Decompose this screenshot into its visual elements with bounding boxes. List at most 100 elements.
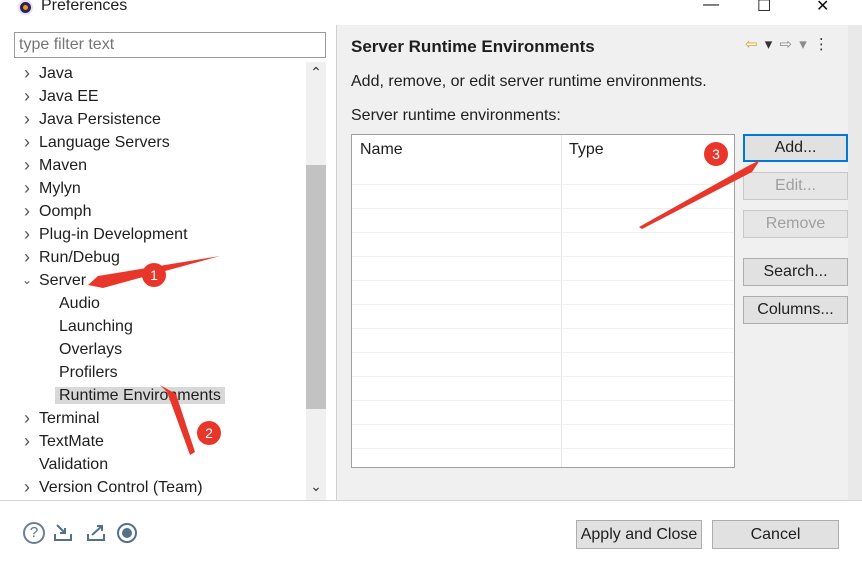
scroll-up-icon[interactable]: ⌃ xyxy=(306,64,326,81)
tree-item[interactable]: › Language Servers xyxy=(24,131,170,154)
chevron-right-icon[interactable]: › xyxy=(20,223,34,246)
tree-item[interactable]: › Oomph xyxy=(24,200,92,223)
forward-arrow-icon[interactable]: ⇨ xyxy=(779,36,792,53)
scroll-down-icon[interactable]: ⌄ xyxy=(306,478,326,495)
tree-item-label: Java EE xyxy=(39,88,99,105)
remove-button[interactable]: Remove xyxy=(743,210,848,238)
tree-item[interactable]: Launching xyxy=(59,315,133,338)
page-nav: ⇦ ▾ ⇨ ▾ ⋮ xyxy=(745,35,832,53)
tree-item-label: Language Servers xyxy=(39,134,170,151)
footer-separator xyxy=(0,500,862,501)
tree-item-label: Launching xyxy=(59,318,133,335)
scrollbar-thumb[interactable] xyxy=(306,165,326,409)
table-row-divider xyxy=(352,400,734,401)
chevron-right-icon[interactable]: › xyxy=(20,200,34,223)
table-row-divider xyxy=(352,256,734,257)
preferences-window: Preferences — ☐ ✕ ›Java›Java EE›Java Per… xyxy=(0,0,862,573)
title-bar: Preferences — ☐ ✕ xyxy=(0,0,862,20)
close-button[interactable]: ✕ xyxy=(816,0,829,16)
edit-button[interactable]: Edit... xyxy=(743,172,848,200)
tree-item-label: Run/Debug xyxy=(39,249,120,266)
chevron-right-icon[interactable]: › xyxy=(20,430,34,453)
page-description: Add, remove, or edit server runtime envi… xyxy=(351,73,707,90)
view-menu-icon[interactable]: ⋮ xyxy=(814,36,829,53)
content-pane: Server Runtime Environments ⇦ ▾ ⇨ ▾ ⋮ Ad… xyxy=(336,25,862,500)
tree-item[interactable]: › Plug-in Development xyxy=(24,223,188,246)
minimize-button[interactable]: — xyxy=(703,0,719,14)
annotation-badge-1: 1 xyxy=(142,263,166,287)
tree-item[interactable]: Profilers xyxy=(59,361,118,384)
tree-item-label: Plug-in Development xyxy=(39,226,188,243)
maximize-button[interactable]: ☐ xyxy=(757,0,771,16)
tree-item-label: Audio xyxy=(59,295,100,312)
tree-item[interactable]: › TextMate xyxy=(24,430,104,453)
tree-item-label: Oomph xyxy=(39,203,92,220)
tree-item[interactable]: › Java Persistence xyxy=(24,108,161,131)
background-window-edge xyxy=(848,25,862,500)
export-icon[interactable] xyxy=(85,522,107,544)
chevron-right-icon[interactable]: › xyxy=(20,177,34,200)
table-row-divider xyxy=(352,208,734,209)
tree-item[interactable]: › Maven xyxy=(24,154,88,177)
chevron-right-icon[interactable]: › xyxy=(20,62,34,85)
tree-item[interactable]: › Run/Debug xyxy=(24,246,120,269)
table-row-divider xyxy=(352,376,734,377)
tree-item-label: Java Persistence xyxy=(39,111,161,128)
back-dropdown-icon[interactable]: ▾ xyxy=(765,36,773,53)
table-row-divider xyxy=(352,184,734,185)
tree-item[interactable]: › Mylyn xyxy=(24,177,81,200)
search-button[interactable]: Search... xyxy=(743,258,848,286)
chevron-right-icon[interactable]: › xyxy=(20,131,34,154)
add-button[interactable]: Add... xyxy=(743,134,848,162)
tree-item-label: Terminal xyxy=(39,410,100,427)
import-icon[interactable] xyxy=(52,522,74,544)
tree-item-label: Overlays xyxy=(59,341,123,358)
table-row-divider xyxy=(352,304,734,305)
runtime-table[interactable]: Name Type xyxy=(351,134,735,468)
tree-item[interactable]: › Version Control (Team) xyxy=(24,476,203,499)
help-icon[interactable]: ? xyxy=(23,522,45,544)
eclipse-logo-icon xyxy=(18,0,33,15)
annotation-badge-3: 3 xyxy=(704,142,728,166)
apply-and-close-button[interactable]: Apply and Close xyxy=(576,520,702,549)
tree-item-label: Profilers xyxy=(59,364,118,381)
tree-item[interactable]: › Java EE xyxy=(24,85,99,108)
tree-scrollbar[interactable]: ⌃ ⌄ xyxy=(306,62,326,500)
chevron-right-icon[interactable]: › xyxy=(20,246,34,269)
tree-item[interactable]: Runtime Environments xyxy=(55,384,225,407)
table-row-divider xyxy=(352,352,734,353)
section-label: Server runtime environments: xyxy=(351,107,561,124)
table-row-divider xyxy=(352,424,734,425)
chevron-right-icon[interactable]: › xyxy=(20,476,34,499)
table-row-divider xyxy=(352,280,734,281)
table-row-divider xyxy=(352,448,734,449)
tree-item[interactable]: Validation xyxy=(39,453,108,476)
record-icon[interactable] xyxy=(116,522,138,544)
forward-dropdown-icon[interactable]: ▾ xyxy=(799,36,807,53)
tree-item[interactable]: Overlays xyxy=(59,338,122,361)
columns-button[interactable]: Columns... xyxy=(743,296,848,324)
window-title: Preferences xyxy=(41,0,128,14)
chevron-down-icon[interactable]: ⌄ xyxy=(20,269,34,292)
cancel-button[interactable]: Cancel xyxy=(712,520,839,549)
tree-item-label: TextMate xyxy=(39,433,104,450)
tree-item-label: Maven xyxy=(39,157,88,174)
column-header-name[interactable]: Name xyxy=(352,135,561,184)
tree-item[interactable]: Audio xyxy=(59,292,100,315)
tree-item[interactable]: › Terminal xyxy=(24,407,100,430)
filter-input[interactable] xyxy=(14,32,326,58)
tree-item-label: Server xyxy=(39,272,87,289)
tree-item[interactable]: ⌄ Server xyxy=(22,269,87,292)
back-arrow-icon[interactable]: ⇦ xyxy=(745,36,758,53)
tree-item[interactable]: › Java xyxy=(24,62,73,85)
annotation-badge-2: 2 xyxy=(197,421,221,445)
chevron-right-icon[interactable]: › xyxy=(20,108,34,131)
chevron-right-icon[interactable]: › xyxy=(20,154,34,177)
table-row-divider xyxy=(352,232,734,233)
chevron-right-icon[interactable]: › xyxy=(20,407,34,430)
page-title: Server Runtime Environments xyxy=(351,37,595,56)
table-row-divider xyxy=(352,328,734,329)
chevron-right-icon[interactable]: › xyxy=(20,85,34,108)
tree-item-label: Runtime Environments xyxy=(55,387,225,404)
preference-tree: › Java › Java EE › Java Persistence › Language … xyxy=(14,62,326,500)
